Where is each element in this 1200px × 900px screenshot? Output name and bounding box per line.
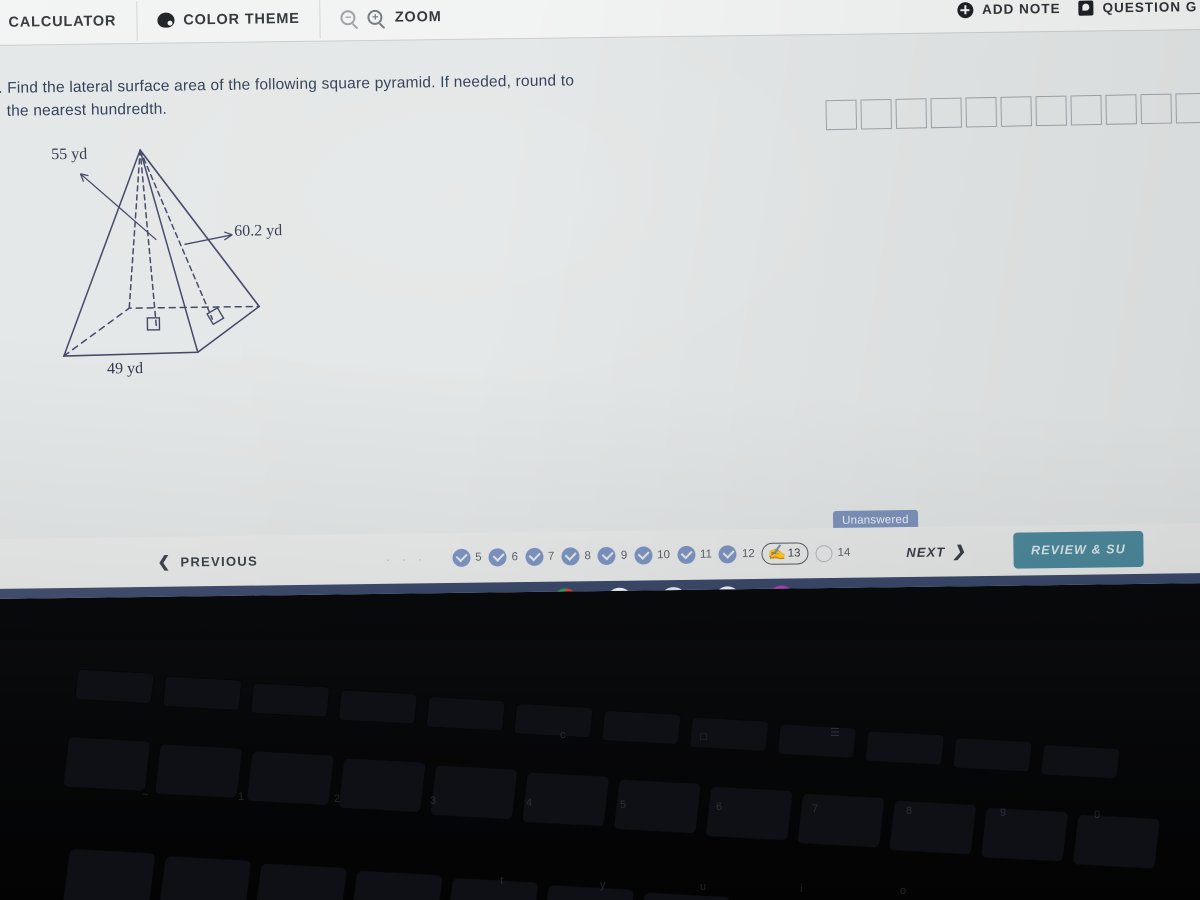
question-nav-label: 8 [584,550,591,563]
lateral-edge-label: 60.2 yd [234,222,283,240]
zoom-controls: − + ZOOM [320,0,457,41]
svg-text:7: 7 [812,803,818,815]
next-button[interactable]: NEXT ❯ [906,542,966,561]
calculator-button[interactable]: CALCULATOR [0,0,137,45]
check-icon [597,546,616,566]
svg-text:□: □ [700,731,707,743]
base-edge-label: 49 yd [106,360,144,378]
answer-box[interactable] [1035,95,1067,127]
zoom-label: ZOOM [394,8,442,26]
laptop-screen: CALCULATOR COLOR THEME − + ZOOM ADD NOTE [0,0,1200,599]
check-icon [524,547,544,567]
question-text: 3. Find the lateral surface area of the … [0,69,670,124]
svg-text:6: 6 [716,801,722,813]
svg-text:~: ~ [142,789,148,801]
check-icon [488,548,507,567]
question-nav-label: 5 [475,551,482,564]
check-icon [561,547,580,566]
laptop-keyboard: ~1 2 3 4 5 6 7 8 9 0 t y u i o c □ ☰ [0,640,1200,900]
question-nav-9[interactable]: 9 [597,546,628,566]
pyramid-svg [62,148,261,357]
question-guide-label: QUESTION G [1102,0,1198,16]
answer-box[interactable] [930,97,963,129]
svg-text:o: o [900,885,906,897]
svg-text:c: c [560,729,566,741]
question-nav-11[interactable]: 11 [676,545,713,565]
question-nav-7[interactable]: 7 [524,547,555,567]
answer-box[interactable] [825,99,858,131]
question-nav-label: 9 [620,549,628,562]
question-nav-6[interactable]: 6 [488,548,519,567]
zoom-out-icon[interactable]: − [340,10,356,26]
question-nav-label: 10 [657,549,671,562]
circle-plus-icon [957,1,974,18]
flag-bookmark-icon [1078,0,1094,16]
svg-text:i: i [800,883,802,895]
question-line-2: the nearest hundredth. [6,100,168,120]
check-icon [634,546,653,565]
svg-text:u: u [700,881,706,893]
answer-box[interactable] [1140,93,1172,125]
svg-text:1: 1 [238,791,244,803]
top-toolbar: CALCULATOR COLOR THEME − + ZOOM ADD NOTE [0,0,1200,46]
svg-text:9: 9 [1000,807,1006,819]
palette-icon [157,12,175,28]
check-icon [676,545,696,565]
svg-text:t: t [500,875,503,887]
svg-text:y: y [600,879,606,891]
answer-box[interactable] [1000,96,1033,127]
question-guide-button[interactable]: QUESTION G [1069,0,1200,31]
question-nav-14[interactable]: 14 [815,544,851,562]
answer-box[interactable] [860,98,893,130]
svg-text:0: 0 [1094,809,1100,821]
nav-ellipsis: · · · [385,550,427,567]
previous-button[interactable]: ❮ PREVIOUS [157,552,258,571]
question-nav-13[interactable]: ✍ 13 [761,542,809,565]
question-nav-label: 6 [511,551,519,564]
question-nav-label: 14 [837,546,851,559]
slant-height-label: 55 yd [51,145,88,164]
svg-text:8: 8 [906,805,912,817]
review-submit-button[interactable]: REVIEW & SU [1012,530,1145,569]
answer-box[interactable] [895,98,928,129]
calculator-label: CALCULATOR [8,12,117,31]
zoom-in-icon[interactable]: + [367,9,383,26]
svg-text:5: 5 [620,799,626,811]
previous-label: PREVIOUS [180,553,259,570]
answer-box[interactable] [1070,94,1102,126]
question-nav-label: 12 [741,548,755,561]
color-theme-button[interactable]: COLOR THEME [137,0,320,44]
question-nav-12[interactable]: 12 [718,545,755,564]
empty-circle-icon [815,544,833,562]
hand-pointer-icon: ✍ [767,544,787,562]
question-nav-label: 7 [547,550,555,563]
keyboard-svg: ~1 2 3 4 5 6 7 8 9 0 t y u i o c □ ☰ [62,669,1161,900]
check-icon [718,545,738,564]
answer-box[interactable] [1105,94,1137,125]
chevron-left-icon: ❮ [157,553,172,571]
square-pyramid-figure: 55 yd 60.2 yd 49 yd [35,137,338,391]
next-label: NEXT [906,544,946,560]
question-nav-10[interactable]: 10 [634,546,671,565]
answer-box[interactable] [965,96,998,128]
check-icon [452,548,471,567]
question-nav-label: 13 [787,547,801,560]
question-nav-5[interactable]: 5 [452,548,482,567]
question-number-list: 5 6 7 8 9 10 11 12 ✍ 13 14 [452,542,850,569]
question-nav-label: 11 [699,548,713,561]
color-theme-label: COLOR THEME [183,10,300,28]
svg-text:4: 4 [526,797,532,809]
svg-text:2: 2 [334,793,340,805]
svg-text:☰: ☰ [830,727,840,739]
laptop-photo: CALCULATOR COLOR THEME − + ZOOM ADD NOTE [0,0,1200,900]
answer-box[interactable] [1175,92,1200,124]
svg-text:3: 3 [430,795,436,807]
question-line-1: 3. Find the lateral surface area of the … [0,72,575,97]
answer-boxes[interactable] [825,92,1200,131]
chevron-right-icon: ❯ [952,543,967,561]
add-note-button[interactable]: ADD NOTE [948,0,1070,33]
question-nav-8[interactable]: 8 [561,547,591,566]
add-note-label: ADD NOTE [982,0,1061,17]
